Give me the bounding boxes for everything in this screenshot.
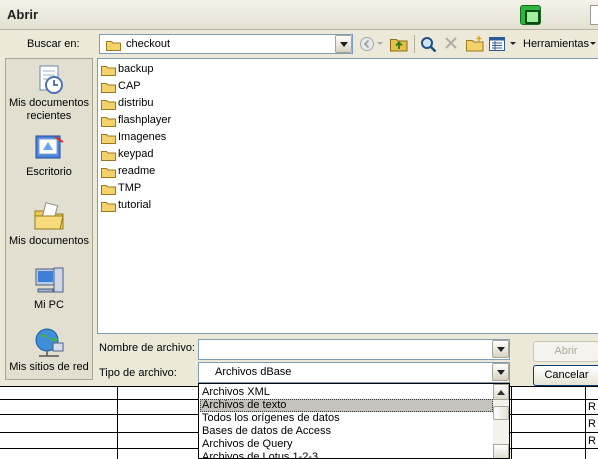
title-bar[interactable]: Abrir [0, 0, 598, 30]
sheet-cell[interactable]: R [588, 434, 598, 448]
filetype-value: Archivos dBase [215, 366, 292, 378]
place-recent-documents[interactable]: Mis documentos recientes [6, 63, 92, 123]
filetype-dropdown-list[interactable]: Archivos XML Archivos de texto Todos los… [198, 383, 510, 459]
file-name: flashplayer [118, 114, 172, 126]
filename-label: Nombre de archivo: [99, 342, 195, 354]
chevron-down-icon[interactable] [590, 42, 596, 58]
desktop-icon [33, 132, 65, 164]
sheet-cell[interactable]: R [588, 400, 598, 414]
folder-icon [101, 66, 116, 76]
my-computer-icon [33, 265, 65, 297]
folder-icon [101, 202, 116, 212]
open-dialog: Abrir Buscar en: checkout Herramientas M… [0, 0, 598, 386]
place-label: Mis documentos [8, 235, 90, 247]
scroll-up-button[interactable] [493, 384, 509, 400]
file-list[interactable]: backup CAP distribu flashplayer Imagenes… [97, 58, 598, 334]
sheet-gridline [585, 386, 586, 459]
views-icon[interactable] [489, 36, 505, 52]
place-label: Escritorio [26, 166, 72, 178]
chevron-down-icon[interactable] [377, 42, 383, 58]
dropdown-scrollbar[interactable] [493, 384, 509, 458]
folder-icon [101, 168, 116, 178]
file-name: tutorial [118, 199, 152, 211]
folder-icon [101, 100, 116, 110]
recent-documents-icon [33, 63, 65, 95]
folder-icon [101, 151, 116, 161]
file-name: Imagenes [118, 131, 167, 143]
dropdown-option[interactable]: Bases de datos de Access [200, 425, 493, 438]
lookin-combo[interactable]: checkout [99, 34, 353, 54]
dropdown-option-selected[interactable]: Archivos de texto [200, 399, 493, 412]
cancel-button[interactable]: Cancelar [533, 365, 598, 386]
file-name: backup [118, 63, 154, 75]
open-button[interactable]: Abrir [533, 341, 598, 362]
places-bar: Mis documentos recientes Escritorio Mis … [5, 58, 93, 380]
file-name: CAP [118, 80, 141, 92]
close-button[interactable] [590, 5, 598, 25]
file-name: readme [118, 165, 156, 177]
new-folder-icon[interactable] [466, 36, 484, 52]
chevron-down-icon[interactable] [492, 363, 509, 381]
sheet-gridline [511, 386, 512, 459]
place-label: Mi PC [34, 299, 64, 311]
place-network[interactable]: Mis sitios de red [6, 327, 92, 374]
chevron-down-icon[interactable] [335, 35, 352, 53]
place-label: Mis sitios de red [9, 361, 89, 373]
dropdown-option[interactable]: Archivos de Query [200, 438, 493, 451]
my-documents-icon [33, 201, 65, 233]
lookin-label: Buscar en: [27, 38, 80, 50]
place-my-documents[interactable]: Mis documentos [6, 201, 92, 248]
app-tray-icon[interactable] [520, 5, 541, 25]
sheet-gridline [117, 386, 118, 459]
place-desktop[interactable]: Escritorio [6, 132, 92, 179]
chevron-down-icon[interactable] [492, 340, 509, 358]
filetype-select[interactable]: Archivos dBase [198, 362, 510, 383]
toolbar-separator [414, 35, 415, 53]
chevron-down-icon[interactable] [510, 42, 516, 58]
filename-field[interactable] [198, 339, 510, 360]
file-name: TMP [118, 182, 142, 194]
lookin-value: checkout [126, 38, 171, 50]
network-places-icon [33, 327, 65, 359]
file-name: keypad [118, 148, 154, 160]
scroll-thumb[interactable] [493, 406, 509, 420]
tools-menu[interactable]: Herramientas [523, 38, 589, 50]
place-label: Mis documentos recientes [8, 97, 90, 122]
folder-icon [106, 41, 121, 51]
sheet-cell[interactable]: R [588, 417, 598, 431]
folder-icon [101, 117, 116, 127]
back-icon[interactable] [359, 36, 375, 52]
place-my-computer[interactable]: Mi PC [6, 265, 92, 312]
folder-icon [101, 134, 116, 144]
folder-icon [101, 83, 116, 93]
scroll-down-button[interactable] [493, 444, 509, 458]
dropdown-option[interactable]: Todos los orígenes de datos [200, 412, 493, 425]
folder-icon [101, 185, 116, 195]
dropdown-option[interactable]: Archivos XML [200, 386, 493, 399]
up-folder-icon[interactable] [390, 36, 408, 52]
dropdown-option[interactable]: Archivos de Lotus 1-2-3 [200, 451, 493, 458]
delete-icon[interactable] [444, 36, 458, 52]
filetype-label: Tipo de archivo: [99, 367, 177, 379]
dialog-title: Abrir [7, 7, 39, 22]
search-web-icon[interactable] [420, 36, 437, 52]
file-name: distribu [118, 97, 154, 109]
